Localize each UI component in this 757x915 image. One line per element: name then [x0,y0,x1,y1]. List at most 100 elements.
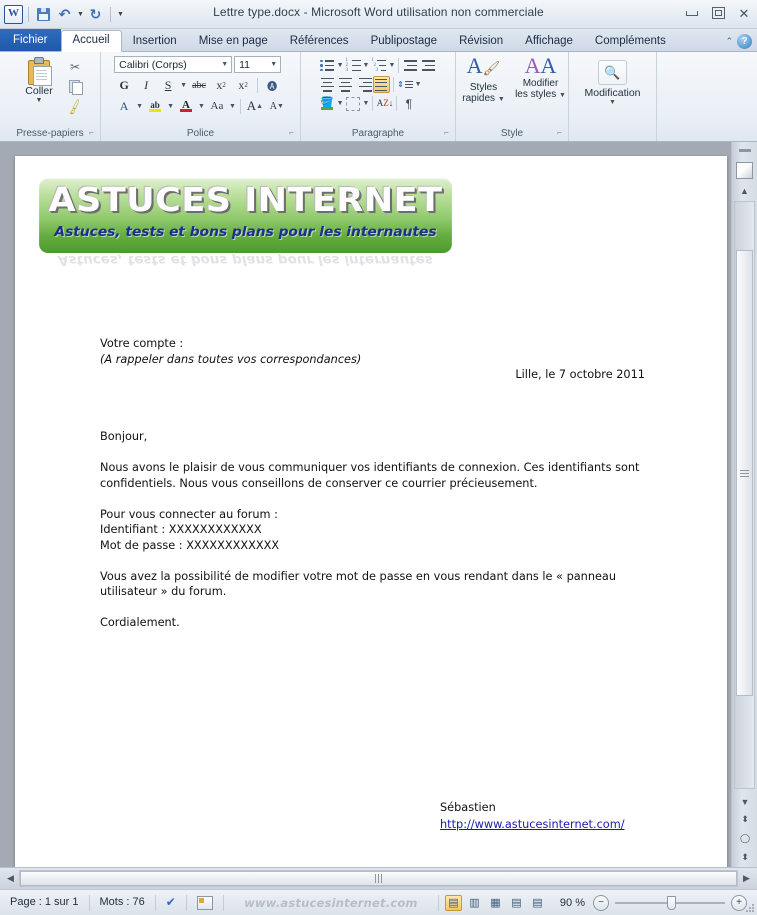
cut-button[interactable]: ✂ [65,58,85,76]
view-web-layout-button[interactable]: ▦ [487,895,504,911]
chevron-down-icon[interactable]: ▼ [415,81,422,88]
tab-complements[interactable]: Compléments [584,31,677,51]
signature-link[interactable]: http://www.astucesinternet.com/ [440,818,625,831]
next-page-button[interactable]: ⬍ [732,848,757,867]
decrease-indent-button[interactable] [402,57,419,74]
scroll-down-button[interactable]: ▼ [732,793,757,810]
font-color-button[interactable]: A [176,97,196,115]
line-spacing-button[interactable]: ⇕ [397,76,414,93]
strikethrough-button[interactable]: abc [189,76,209,94]
sort-button[interactable]: AZ↓ [376,95,394,112]
modification-button[interactable]: 🔍 Modification ▼ [573,57,653,106]
superscript-button[interactable]: x2 [233,76,253,94]
tab-mise-en-page[interactable]: Mise en page [188,31,279,51]
horizontal-scroll-track[interactable] [19,870,738,887]
shrink-font-button[interactable]: A ▼ [267,97,287,115]
group-label-editing [569,127,656,141]
view-ruler-button[interactable] [732,158,757,182]
grow-font-button[interactable]: A ▲ [245,97,265,115]
zoom-level[interactable]: 90 % [552,897,593,909]
zoom-out-button[interactable]: − [593,894,609,911]
document-page[interactable]: ASTUCES INTERNET Astuces, tests et bons … [15,156,727,867]
clear-formatting-button[interactable]: 🅐 [262,76,282,94]
multilevel-list-button[interactable]: 123 [370,57,387,74]
chevron-down-icon[interactable]: ▼ [167,103,174,110]
scroll-up-button[interactable]: ▲ [732,182,757,199]
font-name-combobox[interactable]: Calibri (Corps) ▼ [114,56,233,73]
scroll-right-button[interactable]: ▶ [738,870,755,887]
paste-button[interactable]: Coller ▼ [15,55,63,104]
vertical-scroll-thumb[interactable] [736,250,753,696]
page-indicator[interactable]: Page : 1 sur 1 [0,890,89,915]
font-size-combobox[interactable]: 11 ▼ [234,56,282,73]
resize-grip[interactable] [745,903,755,913]
chevron-down-icon[interactable]: ▼ [337,100,344,107]
horizontal-scrollbar[interactable]: ◀ ▶ [0,867,757,889]
word-window: W ↶ ▼ ↻ ▼ Lettre type.docx - Microsoft W… [0,0,757,915]
bold-button[interactable]: G [114,76,134,94]
change-case-button[interactable]: Aa [207,97,227,115]
chevron-down-icon[interactable]: ▼ [136,103,143,110]
vertical-scrollbar[interactable]: ▲ ▼ ⬍ ◯ ⬍ [731,142,757,867]
dialog-launcher-icon[interactable]: ⌐ [442,128,451,137]
numbering-button[interactable]: 123 [345,57,362,74]
quick-styles-button[interactable]: A🖌 Styles rapides ▼ [456,54,511,105]
horizontal-scroll-thumb[interactable] [20,871,737,886]
restore-button[interactable] [710,6,726,20]
scroll-left-button[interactable]: ◀ [2,870,19,887]
chevron-down-icon[interactable]: ▼ [337,62,344,69]
dialog-launcher-icon[interactable]: ⌐ [555,128,564,137]
chevron-down-icon[interactable]: ▼ [363,100,370,107]
zoom-slider[interactable] [615,895,725,910]
align-center-button[interactable] [337,76,354,93]
tab-accueil[interactable]: Accueil [60,30,122,52]
chevron-down-icon[interactable]: ▼ [229,103,236,110]
minimize-ribbon-icon[interactable]: ⌃ [725,36,733,47]
chevron-down-icon[interactable]: ▼ [36,97,43,104]
highlight-button[interactable]: ab [145,97,165,115]
close-button[interactable]: ✕ [736,6,752,20]
minimize-button[interactable] [684,6,700,20]
dialog-launcher-icon[interactable]: ⌐ [87,128,96,137]
view-full-screen-reading-button[interactable]: ▥ [466,895,483,911]
justify-button[interactable] [372,76,390,93]
help-icon[interactable]: ? [737,34,752,49]
view-print-layout-button[interactable]: ▤ [444,894,462,911]
zoom-slider-thumb[interactable] [666,895,676,910]
tab-affichage[interactable]: Affichage [514,31,584,51]
chevron-down-icon[interactable]: ▼ [609,99,616,106]
underline-button[interactable]: S [158,76,178,94]
copy-button[interactable] [65,78,85,96]
bullets-button[interactable] [319,57,336,74]
text-effects-button[interactable]: A [114,97,134,115]
spell-check-button[interactable]: ✔ [156,890,186,915]
view-draft-button[interactable]: ▤ [529,895,546,911]
tab-references[interactable]: Références [279,31,360,51]
align-right-button[interactable] [355,76,372,93]
language-button[interactable] [187,890,223,915]
change-styles-button[interactable]: AA Modifier les styles ▼ [513,54,568,101]
show-formatting-marks-button[interactable]: ¶ [400,95,417,112]
tab-insertion[interactable]: Insertion [122,31,188,51]
dialog-launcher-icon[interactable]: ⌐ [287,128,296,137]
subscript-button[interactable]: x2 [211,76,231,94]
tab-publipostage[interactable]: Publipostage [360,31,449,51]
chevron-down-icon[interactable]: ▼ [363,62,370,69]
word-count[interactable]: Mots : 76 [90,890,155,915]
split-window-handle[interactable] [732,142,757,158]
previous-page-button[interactable]: ⬍ [732,810,757,829]
tab-fichier[interactable]: Fichier [0,29,61,51]
borders-button[interactable] [345,95,362,112]
align-left-button[interactable] [319,76,336,93]
italic-button[interactable]: I [136,76,156,94]
chevron-down-icon[interactable]: ▼ [198,103,205,110]
format-painter-button[interactable]: 🖌 [65,98,85,116]
select-browse-object-button[interactable]: ◯ [732,829,757,848]
vertical-scroll-track[interactable] [734,201,755,789]
increase-indent-button[interactable] [420,57,437,74]
tab-revision[interactable]: Révision [448,31,514,51]
chevron-down-icon[interactable]: ▼ [388,62,395,69]
underline-dropdown-icon[interactable]: ▼ [180,82,187,89]
view-outline-button[interactable]: ▤ [508,895,525,911]
shading-button[interactable]: 🪣 [319,95,336,112]
